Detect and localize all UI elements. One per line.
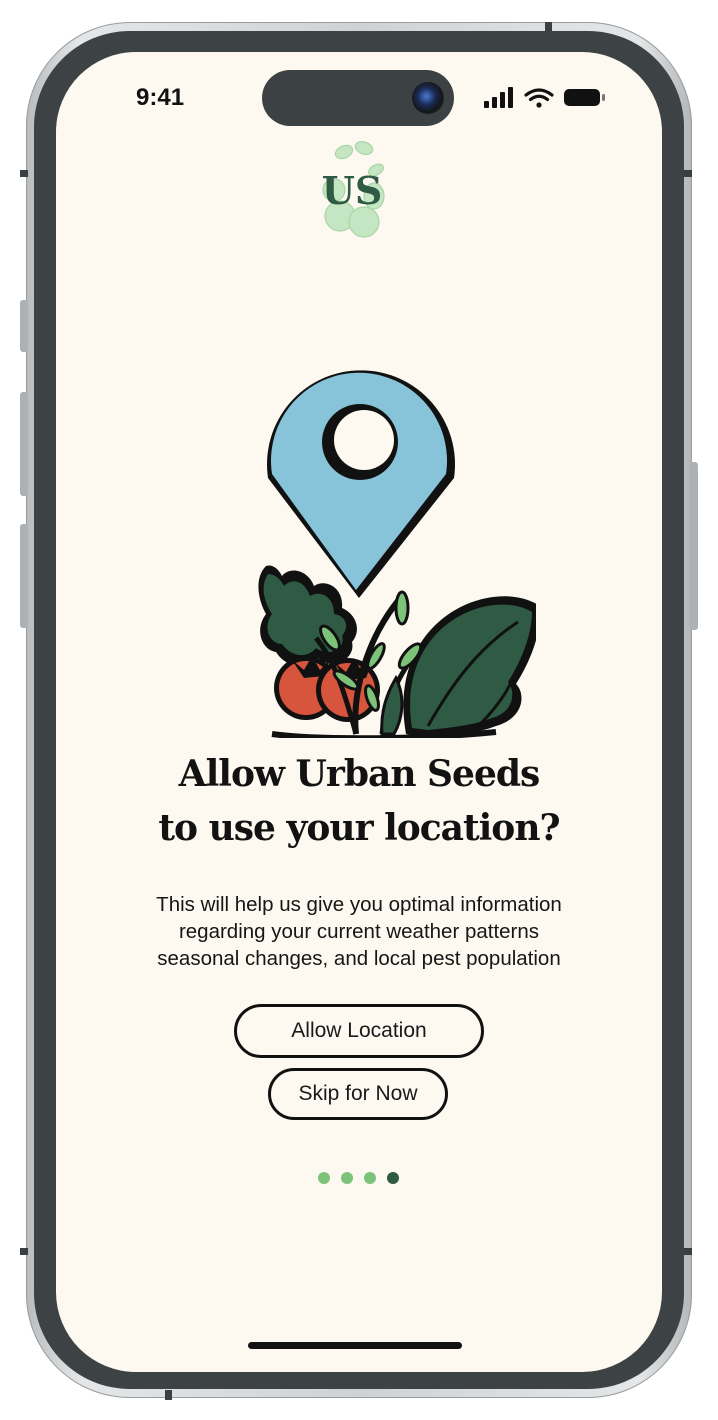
permission-description-line: This will help us give you optimal infor… xyxy=(156,893,562,916)
antenna-band xyxy=(20,170,28,177)
allow-location-button[interactable]: Allow Location xyxy=(234,1004,484,1058)
front-camera xyxy=(412,82,444,114)
urban-seeds-logo: US xyxy=(322,140,385,238)
onboarding-pagination xyxy=(318,1172,400,1184)
location-pin-icon xyxy=(267,370,455,598)
location-pin-illustration xyxy=(258,370,536,738)
permission-title-line1: Allow Urban Seeds xyxy=(178,753,541,795)
right-leaf xyxy=(403,596,536,738)
wifi-icon xyxy=(524,88,554,108)
permission-description-line: regarding your current weather patterns xyxy=(178,920,540,943)
permission-title-line2: to use your location? xyxy=(158,807,560,849)
pagination-dot-active[interactable] xyxy=(387,1172,399,1184)
left-leaf xyxy=(258,565,357,666)
pagination-dot[interactable] xyxy=(318,1172,330,1184)
dynamic-island xyxy=(262,70,454,126)
status-time: 9:41 xyxy=(136,84,185,111)
pagination-dot[interactable] xyxy=(341,1172,353,1184)
permission-description-line: seasonal changes, and local pest populat… xyxy=(157,947,561,970)
antenna-band xyxy=(684,1248,692,1255)
power-button xyxy=(690,462,698,630)
battery-icon xyxy=(564,89,605,106)
signal-icon xyxy=(484,87,513,108)
skip-for-now-button[interactable]: Skip for Now xyxy=(268,1068,448,1120)
volume-down-button xyxy=(20,524,28,628)
status-icons xyxy=(484,87,605,108)
pagination-dot[interactable] xyxy=(364,1172,376,1184)
logo-monogram: US xyxy=(322,168,383,213)
app-screen: 9:41 US Allow Urban Seeds to use your lo… xyxy=(56,52,662,1372)
antenna-band xyxy=(20,1248,28,1255)
antenna-band xyxy=(684,170,692,177)
mute-switch xyxy=(20,300,28,352)
home-indicator[interactable] xyxy=(248,1342,462,1349)
antenna-band xyxy=(165,1390,172,1400)
volume-up-button xyxy=(20,392,28,496)
